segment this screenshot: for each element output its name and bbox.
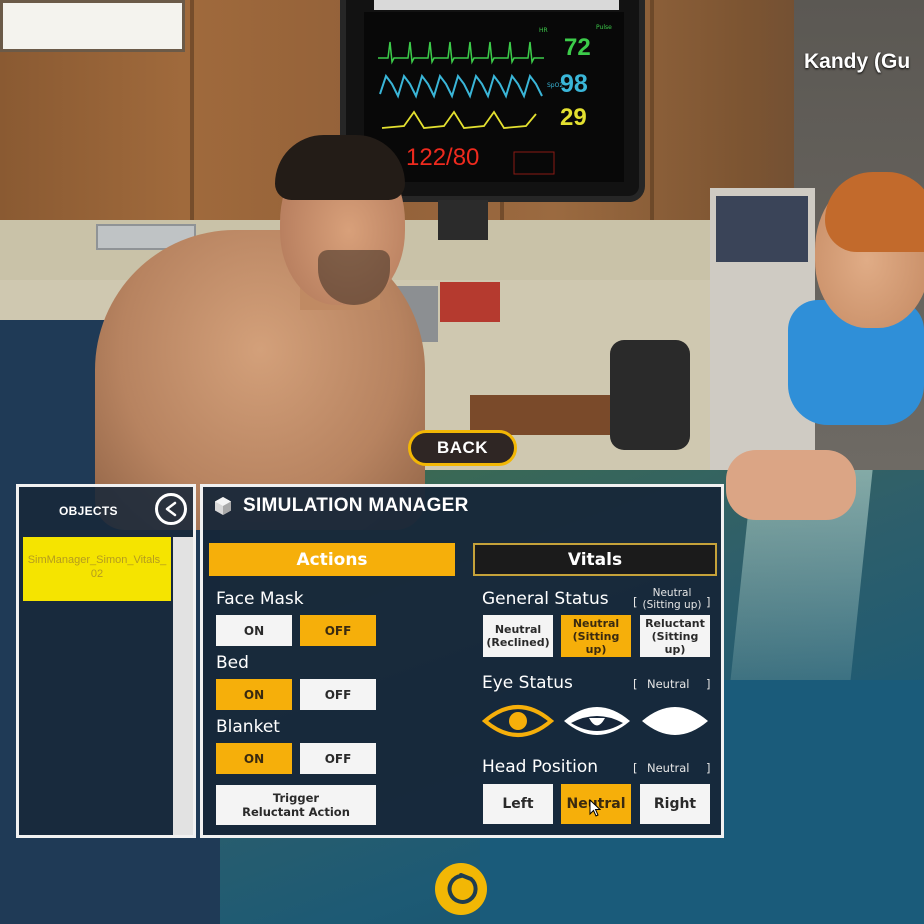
monitor-mount: [438, 200, 488, 240]
general-status-neutral-sitting-button[interactable]: Neutral (Sitting up): [561, 615, 631, 657]
eye-status-current: Neutral: [647, 677, 690, 691]
general-status-current: Neutral (Sitting up): [637, 587, 707, 611]
status-option-line1: Reluctant: [645, 616, 705, 630]
general-status-current-line2: (Sitting up): [642, 599, 702, 611]
sim-manager-header: SIMULATION MANAGER: [213, 493, 469, 519]
bracket-close: ]: [706, 677, 711, 691]
objects-title: OBJECTS: [59, 504, 118, 518]
eye-status-label: Eye Status: [482, 673, 573, 693]
back-button[interactable]: BACK: [408, 430, 517, 466]
character-name-label: Kandy (Gu: [804, 50, 911, 73]
eye-closed-icon: [642, 707, 708, 735]
object-list-item[interactable]: SimManager_Simon_Vitals_ 02: [23, 537, 171, 601]
hr-label-text: HR: [539, 27, 548, 34]
ecg-waveform: [378, 41, 544, 65]
nurse-hair: [825, 172, 924, 252]
eye-half-closed-button[interactable]: [561, 699, 633, 743]
bracket-open: [: [633, 677, 638, 691]
general-status-label: General Status: [482, 589, 609, 609]
trigger-reluctant-action-button[interactable]: Trigger Reluctant Action: [216, 785, 376, 825]
heart-rate-value: 72: [564, 34, 591, 61]
tab-actions[interactable]: Actions: [209, 543, 455, 576]
chevron-left-icon: [165, 501, 177, 517]
blanket-label: Blanket: [216, 717, 280, 737]
nurse-hands: [726, 450, 856, 520]
simulation-manager-panel: SIMULATION MANAGER Actions Vitals Face M…: [200, 484, 724, 838]
window: [0, 0, 185, 52]
objects-panel: OBJECTS SimManager_Simon_Vitals_ 02: [16, 484, 196, 838]
eye-open-button[interactable]: [481, 699, 555, 743]
head-position-label: Head Position: [482, 757, 599, 777]
trigger-line1: Trigger: [272, 791, 320, 805]
status-option-line2: (Reclined): [486, 636, 550, 649]
resp-waveform: [381, 110, 537, 129]
pulse-label: Pulse: [596, 24, 612, 31]
head-right-button[interactable]: Right: [640, 784, 710, 824]
wall-seam: [190, 0, 194, 220]
face-mask-label: Face Mask: [216, 589, 304, 609]
sim-manager-title: SIMULATION MANAGER: [243, 495, 469, 516]
trigger-line2: Reluctant Action: [242, 805, 350, 819]
objects-header: OBJECTS: [19, 487, 193, 535]
eye-half-closed-icon: [564, 707, 630, 735]
wall-seam: [650, 0, 654, 220]
patient-hair: [275, 135, 405, 200]
resp-rate-value: 29: [560, 104, 587, 131]
bp-details: [513, 151, 555, 175]
object-item-label-line2: 02: [90, 568, 104, 580]
sharps-container: [440, 282, 500, 322]
bracket-open: [: [633, 761, 638, 775]
objects-list: SimManager_Simon_Vitals_ 02: [23, 537, 171, 833]
bracket-close: ]: [706, 761, 711, 775]
general-status-neutral-reclined-button[interactable]: Neutral (Reclined): [483, 615, 553, 657]
pleth-waveform: [379, 73, 543, 99]
collapse-objects-button[interactable]: [155, 493, 187, 525]
face-mask-off-button[interactable]: OFF: [300, 615, 376, 646]
blood-pressure-value: 122/80: [406, 144, 480, 171]
general-status-reluctant-sitting-button[interactable]: Reluctant (Sitting up): [640, 615, 710, 657]
bed-label: Bed: [216, 653, 249, 673]
general-status-current-line1: Neutral: [652, 587, 692, 599]
menu-logo-button[interactable]: [435, 863, 487, 915]
bed-off-button[interactable]: OFF: [300, 679, 376, 710]
status-option-line2: (Sitting up): [572, 629, 620, 656]
eye-closed-button[interactable]: [639, 699, 711, 743]
status-option-line2: (Sitting up): [651, 629, 699, 656]
chair: [610, 340, 690, 450]
face-mask-on-button[interactable]: ON: [216, 615, 292, 646]
eye-open-icon: [481, 705, 555, 737]
status-option-line1: Neutral: [572, 616, 620, 630]
monitor-topbar: [374, 0, 619, 10]
object-item-label-line1: SimManager_Simon_Vitals_: [27, 554, 167, 566]
bracket-close: ]: [706, 595, 711, 609]
logo-icon: [447, 873, 478, 904]
blanket-off-button[interactable]: OFF: [300, 743, 376, 774]
head-left-button[interactable]: Left: [483, 784, 553, 824]
bed-on-button[interactable]: ON: [216, 679, 292, 710]
status-option-line1: Neutral: [494, 623, 542, 636]
tab-vitals[interactable]: Vitals: [473, 543, 717, 576]
monitor-screen: HR SpO2 72 98 29 122/80 Pulse: [364, 12, 624, 182]
cube-icon: [215, 497, 231, 515]
objects-scrollbar[interactable]: [173, 537, 193, 835]
head-neutral-button[interactable]: Neutral: [561, 784, 631, 824]
spo2-value: 98: [560, 70, 588, 98]
head-position-current: Neutral: [647, 761, 690, 775]
ventilator-screen: [716, 196, 808, 262]
blanket-on-button[interactable]: ON: [216, 743, 292, 774]
